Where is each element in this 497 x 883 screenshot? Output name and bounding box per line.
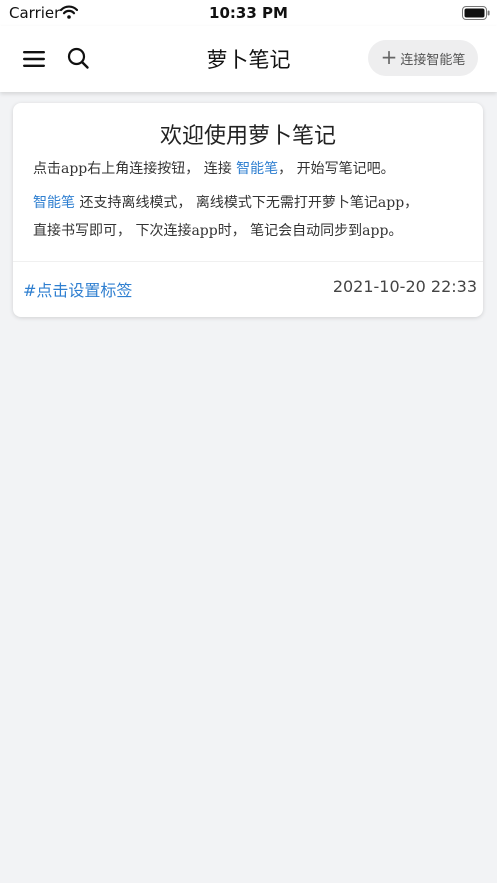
note-text: ， 开始写笔记吧。	[278, 161, 395, 177]
note-card[interactable]: 欢迎使用萝卜笔记 点击app右上角连接按钮， 连接 智能笔， 开始写笔记吧。 智…	[13, 103, 483, 317]
menu-icon[interactable]	[22, 47, 46, 71]
nav-bar: 萝卜笔记 + 连接智能笔	[0, 26, 497, 92]
note-paragraph: 点击app右上角连接按钮， 连接 智能笔， 开始写笔记吧。	[33, 155, 473, 183]
connect-pen-button[interactable]: + 连接智能笔	[368, 40, 478, 76]
note-text: 点击app右上角连接按钮， 连接	[33, 161, 237, 177]
note-title: 欢迎使用萝卜笔记	[159, 124, 336, 149]
note-text: 还支持离线模式， 离线模式下无需打开萝卜笔记app，	[75, 195, 419, 211]
plus-icon: +	[380, 45, 398, 69]
smart-pen-highlight: 智能笔	[33, 195, 75, 211]
note-paragraph: 智能笔 还支持离线模式， 离线模式下无需打开萝卜笔记app， 直接书写即可， 下次…	[33, 189, 473, 245]
battery-icon	[462, 5, 490, 24]
search-icon[interactable]	[66, 46, 90, 70]
set-tag-link[interactable]: #点击设置标签	[23, 277, 132, 301]
status-time: 10:33 PM	[209, 4, 288, 22]
note-date: 2021-10-20 22:33	[332, 277, 477, 296]
note-text: 直接书写即可， 下次连接app时， 笔记会自动同步到app。	[33, 223, 403, 239]
note-body: 点击app右上角连接按钮， 连接 智能笔， 开始写笔记吧。 智能笔 还支持离线模…	[33, 155, 473, 251]
smart-pen-highlight: 智能笔	[236, 161, 279, 177]
status-bar: Carrier 10:33 PM	[0, 0, 497, 26]
connect-pen-label: 连接智能笔	[400, 52, 466, 68]
card-divider	[13, 261, 483, 262]
